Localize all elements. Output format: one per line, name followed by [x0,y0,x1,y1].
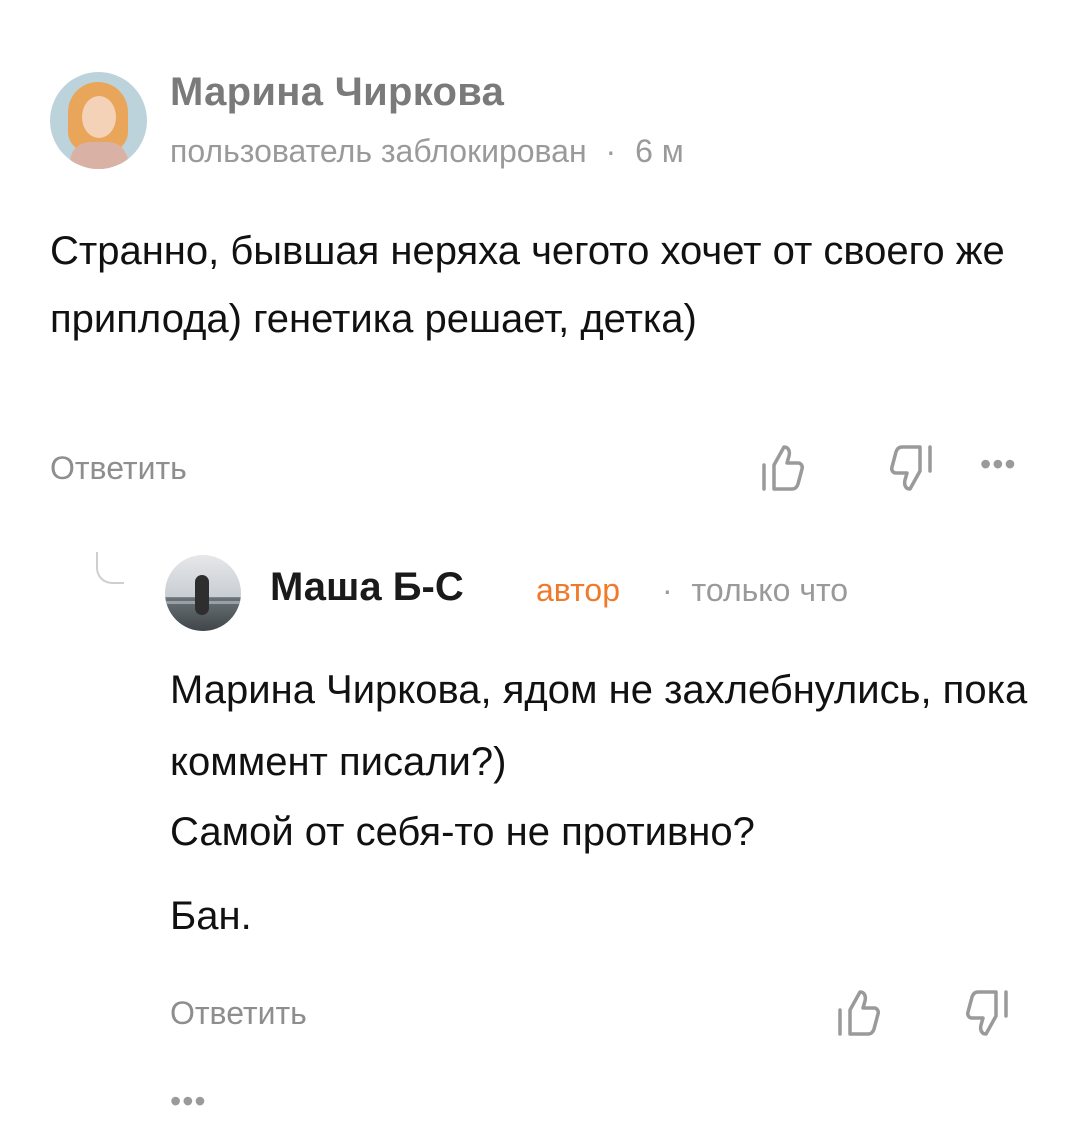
reply-time: только что [691,572,849,608]
more-dots-icon[interactable]: ••• [980,446,1017,483]
comment-author-name[interactable]: Марина Чиркова [170,70,504,115]
reply-button[interactable]: Ответить [50,450,187,487]
thumbs-down-icon[interactable] [882,440,942,496]
reply-button[interactable]: Ответить [170,995,307,1032]
comment-text: Странно, бывшая неряха чегото хочет от с… [50,229,1005,341]
meta-separator: · [662,572,673,608]
author-badge: автор [536,572,620,608]
reply-paragraph: Самой от себя-то не противно? [170,810,755,854]
avatar[interactable] [50,72,147,169]
reply-author-name[interactable]: Маша Б-С [270,565,464,610]
thread-connector [96,552,124,584]
comment-time: 6 м [635,133,684,169]
thumbs-up-icon[interactable] [752,440,812,496]
reply-paragraph: Бан. [170,894,252,938]
thumbs-up-icon[interactable] [828,985,888,1041]
user-status: пользователь заблокирован [170,133,587,169]
reply-avatar[interactable] [165,555,241,631]
more-dots-icon[interactable]: ••• [170,1083,207,1120]
comment-meta: пользователь заблокирован · 6 м [170,133,684,170]
reply-meta: · только что [662,572,848,609]
meta-separator: · [605,133,617,169]
reply-paragraph: Марина Чиркова, ядом не захлебнулись, по… [170,668,1028,784]
thumbs-down-icon[interactable] [958,985,1018,1041]
